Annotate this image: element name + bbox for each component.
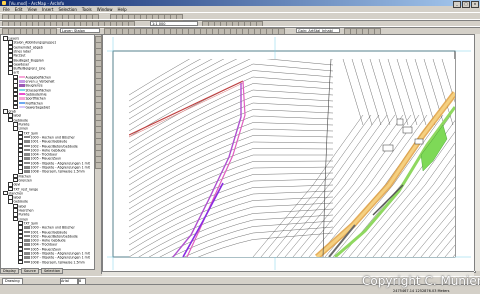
legend-swatch (23, 239, 30, 242)
toc-tabs: Display Source Selection (0, 268, 93, 274)
legend-swatch (23, 170, 30, 173)
legend-swatch (23, 252, 30, 255)
vertical-tools-toolbar (94, 34, 102, 274)
map-canvas[interactable] (103, 35, 475, 272)
legend-swatch (18, 88, 25, 92)
legend-swatch (23, 144, 30, 147)
window-title: [Vu.mxd] - ArcMap - ArcInfo (9, 0, 65, 6)
legend-swatch (23, 226, 30, 229)
legend-swatch (18, 80, 25, 83)
toc-layer-label: Grenzen (18, 178, 32, 183)
legend-swatch (23, 148, 30, 152)
legend-swatch (23, 243, 30, 246)
menu-window[interactable]: Window (97, 7, 113, 12)
layer-combo[interactable]: Layer: Stalon (60, 28, 100, 33)
legend-swatch (23, 153, 30, 156)
layer-visibility-checkbox[interactable] (3, 109, 8, 114)
layer-visibility-checkbox[interactable] (18, 259, 23, 265)
target-combo[interactable]: Gain: ArtStal_Inhabl (296, 28, 340, 33)
coordinate-readout: 2475467.14 1252876.03 Meters (393, 289, 450, 293)
toc-layer-item[interactable]: 1008 - Obersem, teilweise 1.5mm (18, 259, 85, 265)
legend-swatch (18, 101, 25, 104)
cadastral-map (129, 59, 455, 257)
legend-swatch (18, 75, 25, 79)
legend-swatch (23, 166, 30, 169)
map-layout-view[interactable] (102, 34, 476, 273)
toc-layer-label: 1008 - Obersem, teilweise 1.5mm (30, 259, 85, 264)
menu-selection[interactable]: Selection (58, 7, 76, 12)
tab-display[interactable]: Display (0, 268, 19, 274)
tab-selection[interactable]: Selection (40, 268, 64, 274)
layer-visibility-checkbox[interactable] (3, 190, 8, 196)
copyright-watermark: Copyright C. Munier (362, 274, 480, 288)
legend-swatch (18, 84, 25, 87)
tab-source[interactable]: Source (20, 268, 39, 274)
layer-visibility-checkbox[interactable] (8, 70, 13, 75)
legend-swatch (23, 135, 30, 139)
arcmap-app-icon (2, 1, 6, 5)
layer-visibility-checkbox[interactable] (13, 216, 18, 222)
legend-swatch (23, 260, 30, 264)
legend-swatch (18, 97, 25, 100)
vertical-scrollbar[interactable] (474, 34, 480, 271)
layer-visibility-checkbox[interactable] (8, 199, 13, 204)
tool-button[interactable] (95, 162, 102, 169)
legend-swatch (23, 161, 30, 165)
legend-swatch (18, 92, 25, 96)
toc-layer-item[interactable]: Gewerbegebiet (13, 104, 50, 110)
legend-swatch (23, 256, 30, 259)
legend-swatch (23, 140, 30, 143)
legend-swatch (23, 234, 30, 238)
layer-visibility-checkbox[interactable] (3, 36, 8, 41)
menu-view[interactable]: View (27, 7, 37, 12)
legend-swatch (23, 247, 30, 251)
menu-file[interactable]: File (3, 7, 10, 12)
legend-swatch (23, 230, 30, 233)
menu-insert[interactable]: Insert (42, 7, 53, 12)
menu-tools[interactable]: Tools (82, 7, 92, 12)
legend-swatch (23, 157, 30, 160)
layer-visibility-checkbox[interactable] (13, 126, 18, 131)
menu-edit[interactable]: Edit (15, 7, 23, 12)
layer-visibility-checkbox[interactable] (8, 117, 13, 123)
table-of-contents: Layers Stalon_Abbildungsgruppe1 Gemeindet_… (0, 34, 95, 270)
menu-help[interactable]: Help (118, 7, 127, 12)
toc-layer-label: Gewerbegebiet (25, 105, 50, 110)
parcel-line (452, 254, 455, 257)
legend-swatch (18, 105, 25, 109)
toc-layer-label: 1008 - Obersem, teilweise 1.5mm (30, 169, 85, 174)
